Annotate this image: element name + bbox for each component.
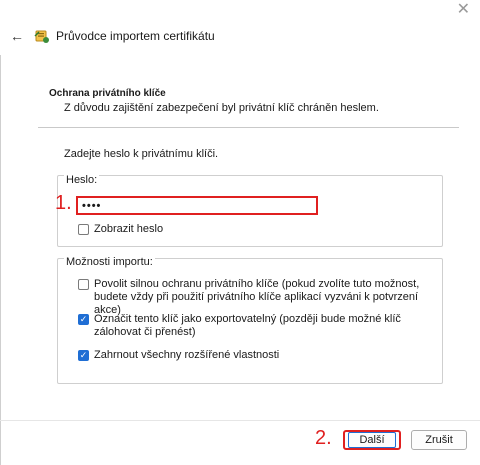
certificate-wizard-icon <box>34 30 49 43</box>
show-password-label: Zobrazit heslo <box>94 223 164 235</box>
password-input[interactable]: •••• <box>76 196 318 215</box>
strong-protection-checkbox[interactable]: Povolit silnou ochranu privátního klíče … <box>78 278 438 317</box>
window-edge <box>0 55 1 465</box>
page-heading: Ochrana privátního klíče <box>49 88 166 99</box>
step-2-annotation: 2. <box>315 427 332 449</box>
strong-protection-label: Povolit silnou ochranu privátního klíče … <box>94 278 420 316</box>
checkbox-unchecked-icon[interactable] <box>78 279 89 290</box>
checkbox-unchecked-icon[interactable] <box>78 224 89 235</box>
header-separator <box>38 127 459 128</box>
cancel-button[interactable]: Zrušit <box>411 430 467 450</box>
import-options-title: Možnosti importu: <box>64 256 155 268</box>
page-subheading: Z důvodu zajištění zabezpečení byl privá… <box>64 102 379 114</box>
footer-separator <box>0 420 480 421</box>
show-password-checkbox[interactable]: Zobrazit heslo <box>78 223 163 236</box>
certificate-import-wizard: ✕ ← Průvodce importem certifikátu Ochran… <box>0 0 480 465</box>
password-prompt: Zadejte heslo k privátnímu klíči. <box>64 148 219 160</box>
password-group-title: Heslo: <box>64 174 100 186</box>
back-arrow-icon[interactable]: ← <box>10 28 30 44</box>
close-icon[interactable]: ✕ <box>457 2 470 18</box>
exportable-key-label: Označit tento klíč jako exportovatelný (… <box>94 313 401 338</box>
extended-properties-label: Zahrnout všechny rozšířené vlastnosti <box>94 349 280 361</box>
wizard-title: Průvodce importem certifikátu <box>56 29 215 43</box>
wizard-header: ← Průvodce importem certifikátu <box>10 26 215 46</box>
exportable-key-checkbox[interactable]: ✓ Označit tento klíč jako exportovatelný… <box>78 313 438 339</box>
step-1-annotation: 1. <box>55 192 72 214</box>
extended-properties-checkbox[interactable]: ✓ Zahrnout všechny rozšířené vlastnosti <box>78 349 438 362</box>
next-button[interactable]: Další <box>343 430 401 450</box>
checkbox-checked-icon[interactable]: ✓ <box>78 350 89 361</box>
next-button-label: Další <box>348 432 396 448</box>
checkbox-checked-icon[interactable]: ✓ <box>78 314 89 325</box>
